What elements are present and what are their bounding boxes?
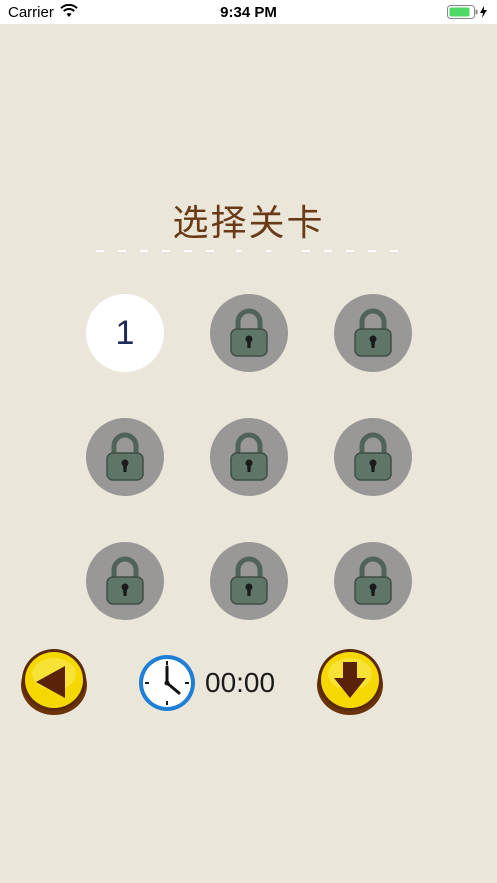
level-button-8-locked[interactable]: [210, 542, 288, 620]
level-button-9-locked[interactable]: [334, 542, 412, 620]
lock-icon: [230, 556, 268, 605]
page-title: 选择关卡: [172, 203, 325, 244]
lock-icon: [354, 432, 392, 481]
status-bar: Carrier 9:34 PM: [0, 0, 497, 24]
timer-display: 00:00: [205, 667, 276, 698]
status-time: 9:34 PM: [220, 4, 277, 21]
lock-icon: [354, 556, 392, 605]
level-button-7-locked[interactable]: [86, 542, 164, 620]
level-button-6-locked[interactable]: [334, 418, 412, 496]
level-button-4-locked[interactable]: [86, 418, 164, 496]
level-button-3-locked[interactable]: [334, 294, 412, 372]
clock-icon: [139, 655, 195, 711]
battery-charging-icon: [447, 5, 487, 19]
lock-icon: [230, 432, 268, 481]
lock-icon: [230, 308, 268, 357]
level-number: 1: [115, 313, 135, 352]
level-button-2-locked[interactable]: [210, 294, 288, 372]
lock-icon: [106, 432, 144, 481]
lock-icon: [354, 308, 392, 357]
level-button-1[interactable]: 1: [86, 294, 164, 372]
level-button-5-locked[interactable]: [210, 418, 288, 496]
title-divider: [96, 250, 398, 252]
back-button[interactable]: [20, 646, 88, 716]
download-button[interactable]: [316, 646, 384, 716]
lock-icon: [106, 556, 144, 605]
